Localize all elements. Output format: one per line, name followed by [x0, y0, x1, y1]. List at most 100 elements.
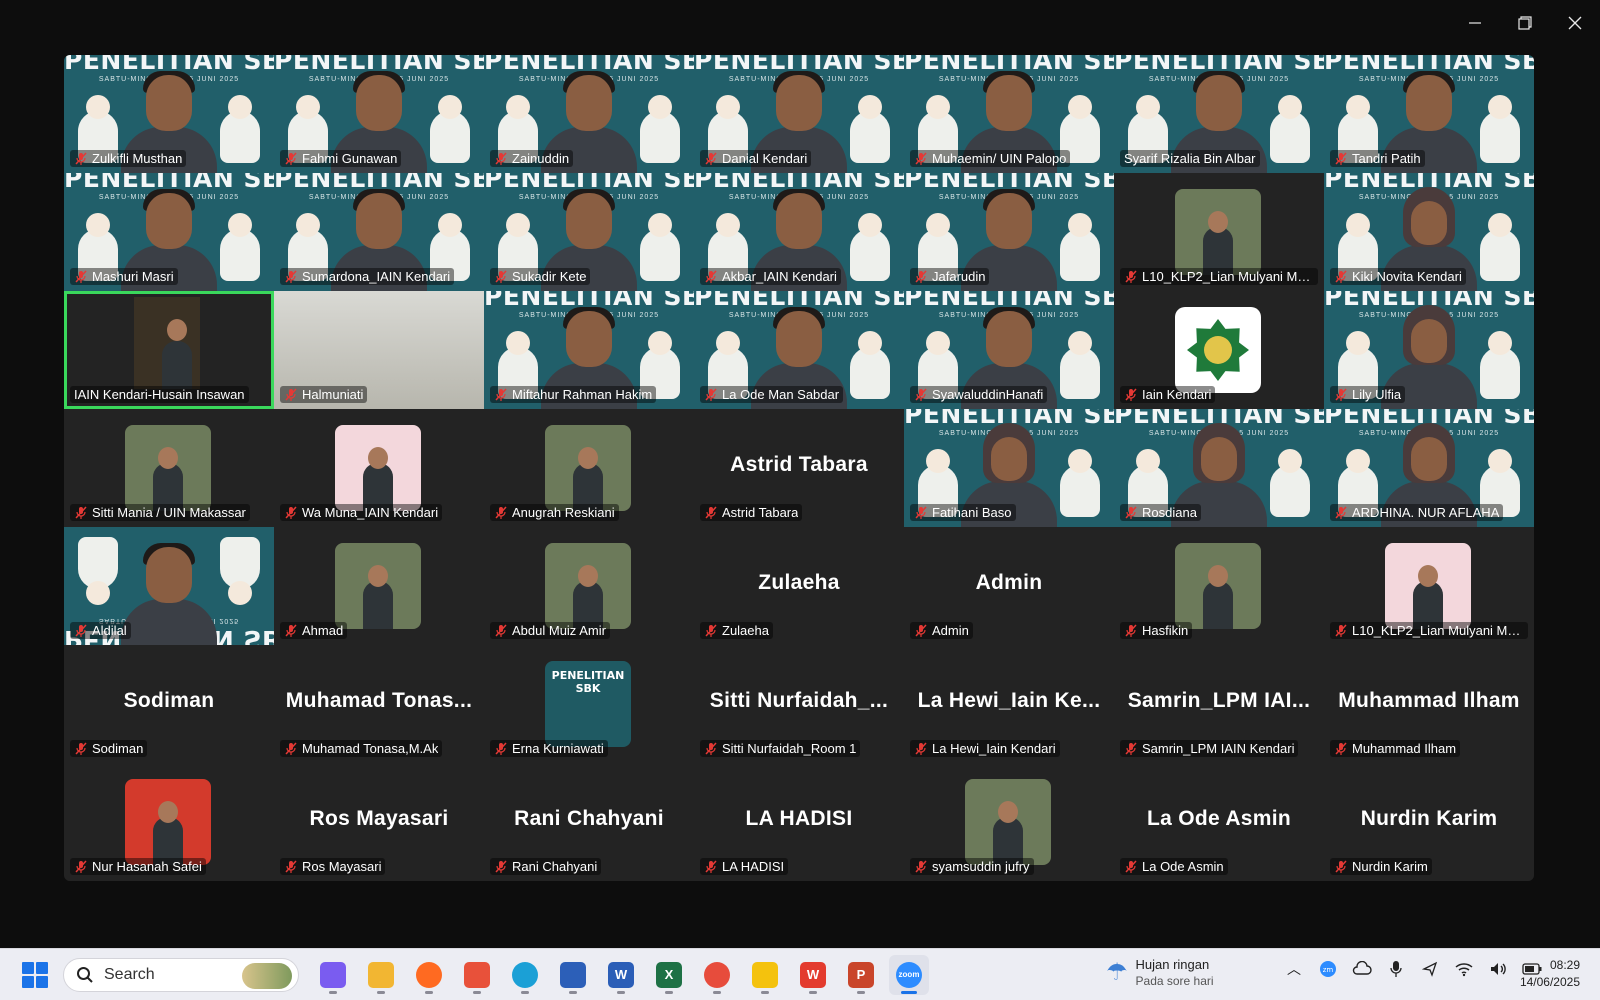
participant-tile[interactable]: Abdul Muiz Amir	[484, 527, 694, 645]
muted-mic-icon	[1125, 269, 1137, 283]
taskbar-app-copilot[interactable]	[313, 955, 353, 995]
taskbar-app-power-app[interactable]	[457, 955, 497, 995]
participant-name-label: Wa Muna_IAIN Kendari	[280, 504, 443, 521]
participant-tile[interactable]: Admin Admin	[904, 527, 1114, 645]
participant-tile[interactable]: LA HADISI LA HADISI	[694, 763, 904, 881]
participant-name-label: ARDHINA. NUR AFLAHA	[1330, 504, 1504, 521]
participant-tile[interactable]: Muhamad Tonas... Muhamad Tonasa,M.Ak	[274, 645, 484, 763]
participant-tile[interactable]: Hasfikin	[1114, 527, 1324, 645]
microphone-icon[interactable]	[1386, 959, 1406, 979]
search-input[interactable]	[104, 965, 234, 984]
taskbar-app-google-drive[interactable]	[745, 955, 785, 995]
taskbar-app-wps-office[interactable]: W	[793, 955, 833, 995]
participant-display-name: Nurdin Karim	[1360, 807, 1498, 830]
participant-tile[interactable]: PENELITIAN SBKSABTU-MINGGU, 14-15 JUNI 2…	[484, 291, 694, 409]
start-button[interactable]	[17, 957, 53, 993]
taskbar-app-firefox[interactable]	[409, 955, 449, 995]
figure-head	[1411, 319, 1447, 363]
muted-mic-icon	[1125, 623, 1137, 637]
taskbar-app-excel[interactable]: X	[649, 955, 689, 995]
weather-widget[interactable]: ☂ Hujan ringan Pada sore hari	[1106, 957, 1214, 988]
participant-tile[interactable]: PENELITIAN SBKSABTU-MINGGU, 14-15 JUNI 2…	[274, 55, 484, 173]
participant-tile[interactable]: Anugrah Reskiani	[484, 409, 694, 527]
profile-picture	[965, 779, 1051, 865]
participant-tile[interactable]: PENELITIAN SBKSABTU-MINGGU, 14-15 JUNI 2…	[1114, 55, 1324, 173]
participant-tile[interactable]: PENELITIAN SBKSABTU-MINGGU, 14-15 JUNI 2…	[904, 55, 1114, 173]
taskbar-app-store-app[interactable]	[553, 955, 593, 995]
taskbar-app-edge[interactable]	[505, 955, 545, 995]
participant-tile[interactable]: Zulaeha Zulaeha	[694, 527, 904, 645]
participant-tile[interactable]: PENELITIAN SBKSABTU-MINGGU, 14-15 JUNI 2…	[1114, 409, 1324, 527]
taskbar-app-chrome[interactable]	[697, 955, 737, 995]
taskbar-search[interactable]	[63, 957, 299, 992]
participant-name: Hasfikin	[1142, 623, 1189, 638]
participant-tile[interactable]: PENELITIAN SBKSABTU-MINGGU, 14-15 JUNI 2…	[694, 173, 904, 291]
taskbar-app-file-explorer[interactable]	[361, 955, 401, 995]
profile-picture	[545, 543, 631, 629]
participant-tile[interactable]: Muhammad Ilham Muhammad Ilham	[1324, 645, 1534, 763]
participant-tile[interactable]: PENELITIAN SBKSABTU-MINGGU, 14-15 JUNI 2…	[484, 55, 694, 173]
participant-tile[interactable]: PENELITIAN SBKSABTU-MINGGU, 14-15 JUNI 2…	[1324, 173, 1534, 291]
participant-tile[interactable]: L10_KLP2_Lian Mulyani Muth...	[1324, 527, 1534, 645]
participant-tile[interactable]: PENELITIAN SBKSABTU-MINGGU, 14-15 JUNI 2…	[1324, 291, 1534, 409]
participant-name: Anugrah Reskiani	[512, 505, 615, 520]
figure-head	[566, 75, 612, 131]
participant-tile[interactable]: PENELITIAN SBKSABTU-MINGGU, 14-15 JUNI 2…	[64, 55, 274, 173]
participant-tile[interactable]: La Ode Asmin La Ode Asmin	[1114, 763, 1324, 881]
participant-tile[interactable]: PENELITIAN SBKSABTU-MINGGU, 14-15 JUNI 2…	[274, 173, 484, 291]
participant-name: Nur Hasanah Safei	[92, 859, 202, 874]
restore-button[interactable]	[1500, 0, 1550, 46]
zoom-tray-icon[interactable]: zm	[1318, 959, 1338, 979]
participant-tile[interactable]: Wa Muna_IAIN Kendari	[274, 409, 484, 527]
photo-figure-body	[1203, 581, 1233, 629]
participant-tile[interactable]: L10_KLP2_Lian Mulyani Muth...	[1114, 173, 1324, 291]
participant-tile[interactable]: La Hewi_Iain Ke... La Hewi_Iain Kendari	[904, 645, 1114, 763]
participant-tile[interactable]: PENELITIAN SBKSABTU-MINGGU, 14-15 JUNI 2…	[904, 409, 1114, 527]
minimize-button[interactable]	[1450, 0, 1500, 46]
participant-tile[interactable]: PENELITIAN SBKSABTU-MINGGU, 14-15 JUNI 2…	[484, 173, 694, 291]
participant-tile[interactable]: Ros Mayasari Ros Mayasari	[274, 763, 484, 881]
participant-tile[interactable]: Astrid Tabara Astrid Tabara	[694, 409, 904, 527]
participant-tile[interactable]: Halmuniati	[274, 291, 484, 409]
taskbar-app-word[interactable]: W	[601, 955, 641, 995]
profile-picture	[134, 297, 200, 389]
muted-mic-icon	[1125, 505, 1137, 519]
participant-tile[interactable]: PENELITIAN SBKSABTU-MINGGU, 14-15 JUNI 2…	[904, 173, 1114, 291]
participant-tile[interactable]: PENELITIAN SBKSABTU-MINGGU, 14-15 JUNI 2…	[694, 291, 904, 409]
figure-head	[566, 311, 612, 367]
participant-tile[interactable]: PENELITIAN SBK Erna Kurniawati	[484, 645, 694, 763]
participant-tile[interactable]: Sitti Nurfaidah_... Sitti Nurfaidah_Room …	[694, 645, 904, 763]
participant-tile[interactable]: Nurdin Karim Nurdin Karim	[1324, 763, 1534, 881]
participant-tile[interactable]: PENELITIAN SBKSABTU-MINGGU, 14-15 JUNI 2…	[694, 55, 904, 173]
taskbar-app-powerpoint[interactable]: P	[841, 955, 881, 995]
participant-tile[interactable]: PENELITIAN SBKSABTU-MINGGU, 14-15 JUNI 2…	[1324, 55, 1534, 173]
cloud-sync-icon[interactable]	[1352, 959, 1372, 979]
participant-tile[interactable]: Rani Chahyani Rani Chahyani	[484, 763, 694, 881]
wifi-icon[interactable]	[1454, 959, 1474, 979]
participant-tile[interactable]: syamsuddin jufry	[904, 763, 1114, 881]
participant-tile[interactable]: Iain Kendari	[1114, 291, 1324, 409]
participant-display-name: Samrin_LPM IAI...	[1127, 689, 1311, 712]
participant-tile[interactable]: PENELITIAN SBKSABTU-MINGGU, 14-15 JUNI 2…	[64, 527, 274, 645]
participant-tile[interactable]: PENELITIAN SBKSABTU-MINGGU, 14-15 JUNI 2…	[1324, 409, 1534, 527]
close-button[interactable]	[1550, 0, 1600, 46]
taskbar-app-zoom[interactable]: zoom	[889, 954, 929, 995]
muted-mic-icon	[495, 151, 507, 165]
participant-tile[interactable]: Sodiman Sodiman	[64, 645, 274, 763]
participant-tile[interactable]: Sitti Mania / UIN Makassar	[64, 409, 274, 527]
volume-icon[interactable]	[1488, 959, 1508, 979]
chevron-up-icon[interactable]: ︿	[1284, 959, 1304, 979]
participant-tile[interactable]: IAIN Kendari-Husain Insawan	[64, 291, 274, 409]
participant-tile[interactable]: PENELITIAN SBKSABTU-MINGGU, 14-15 JUNI 2…	[904, 291, 1114, 409]
location-icon[interactable]	[1420, 959, 1440, 979]
muted-mic-icon	[705, 859, 717, 873]
participant-tile[interactable]: Ahmad	[274, 527, 484, 645]
participant-tile[interactable]: Nur Hasanah Safei	[64, 763, 274, 881]
muted-mic-icon	[495, 505, 507, 519]
participant-tile[interactable]: PENELITIAN SBKSABTU-MINGGU, 14-15 JUNI 2…	[64, 173, 274, 291]
system-clock[interactable]: 08:29 14/06/2025	[1520, 957, 1580, 991]
participant-name-label: L10_KLP2_Lian Mulyani Muth...	[1330, 622, 1528, 639]
participant-tile[interactable]: Samrin_LPM IAI... Samrin_LPM IAIN Kendari	[1114, 645, 1324, 763]
participant-name: Ros Mayasari	[302, 859, 382, 874]
participant-name: Sitti Nurfaidah_Room 1	[722, 741, 857, 756]
